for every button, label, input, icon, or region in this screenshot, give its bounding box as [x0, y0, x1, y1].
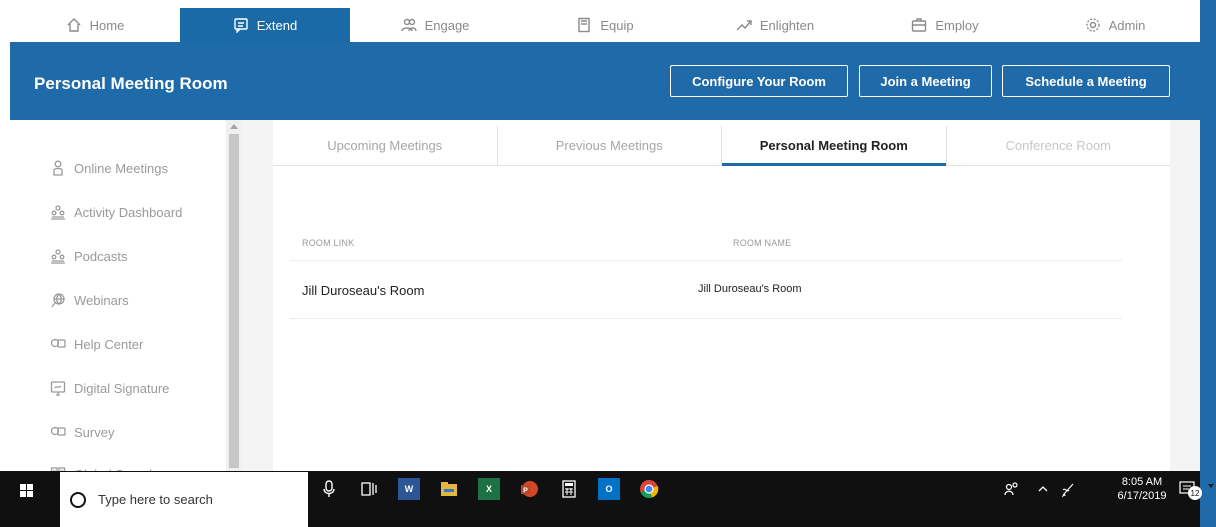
top-navigation: Home Extend Engage Equip Enlighten Emplo…: [10, 8, 1200, 42]
sidebar-item-label: Podcasts: [74, 248, 128, 264]
room-name: Jill Duroseau's Room: [698, 283, 802, 295]
nav-equip[interactable]: Equip: [520, 8, 690, 42]
sidebar-item-help-center[interactable]: Help Center: [50, 336, 143, 352]
person-icon: [53, 160, 63, 176]
book-icon: [578, 17, 591, 33]
taskbar-search[interactable]: Type here to search: [60, 472, 308, 527]
nav-label: Equip: [600, 17, 634, 33]
people-icon: [400, 18, 417, 32]
clock-time[interactable]: 8:05 AM: [1112, 476, 1172, 488]
clock-date[interactable]: 6/17/2019: [1106, 490, 1178, 502]
nav-extend[interactable]: Extend: [180, 8, 350, 42]
group-icon: [51, 249, 65, 264]
chat-icon: [234, 18, 248, 33]
nav-label: Employ: [935, 17, 979, 33]
tab-upcoming-meetings[interactable]: Upcoming Meetings: [273, 126, 498, 165]
nav-label: Admin: [1108, 17, 1146, 33]
chat-bubbles-icon: [50, 426, 66, 436]
gear-icon: [1085, 18, 1100, 32]
sidebar-scroll-thumb[interactable]: [229, 134, 239, 468]
people-tray-icon[interactable]: [1000, 478, 1022, 500]
sidebar: Online Meetings Activity Dashboard Podca…: [10, 120, 242, 492]
sidebar-item-label: Help Center: [74, 336, 144, 352]
chrome-icon[interactable]: [638, 478, 660, 500]
pen-icon[interactable]: [1058, 478, 1080, 500]
chat-bubbles-icon: [50, 338, 66, 348]
sidebar-item-podcasts[interactable]: Podcasts: [50, 248, 127, 264]
column-header-room-link: ROOM LINK: [302, 238, 355, 248]
windows-start-icon[interactable]: [10, 478, 42, 504]
room-link[interactable]: Jill Duroseau's Room: [302, 283, 424, 298]
scroll-down-arrow-icon[interactable]: [1206, 480, 1216, 492]
task-view-icon[interactable]: [358, 478, 380, 500]
nav-employ[interactable]: Employ: [860, 8, 1030, 42]
word-icon[interactable]: W: [398, 478, 420, 500]
powerpoint-icon[interactable]: P: [518, 478, 540, 500]
trend-icon: [736, 20, 752, 31]
table-divider: [290, 260, 1122, 261]
sidebar-item-activity-dashboard[interactable]: Activity Dashboard: [50, 204, 182, 220]
window-scrollbar[interactable]: [1200, 0, 1216, 527]
join-meeting-button[interactable]: Join a Meeting: [859, 65, 992, 97]
sidebar-item-digital-signature[interactable]: Digital Signature: [50, 380, 169, 396]
sidebar-item-label: Online Meetings: [74, 160, 168, 176]
nav-label: Home: [89, 17, 125, 33]
cortana-icon: [70, 491, 86, 508]
nav-enlighten[interactable]: Enlighten: [690, 8, 860, 42]
excel-icon[interactable]: X: [478, 478, 500, 500]
nav-engage[interactable]: Engage: [350, 8, 520, 42]
calculator-icon[interactable]: [558, 478, 580, 500]
nav-label: Enlighten: [759, 17, 815, 33]
outlook-icon[interactable]: O: [598, 478, 620, 500]
search-placeholder: Type here to search: [98, 492, 213, 507]
sidebar-item-label: Survey: [74, 424, 115, 440]
sidebar-item-label: Activity Dashboard: [74, 204, 183, 220]
column-header-room-name: ROOM NAME: [733, 238, 792, 248]
microphone-icon[interactable]: [318, 478, 340, 500]
nav-label: Engage: [424, 17, 470, 33]
svg-text:P: P: [523, 488, 528, 495]
meeting-tabs: Upcoming Meetings Previous Meetings Pers…: [273, 126, 1170, 166]
home-icon: [67, 18, 81, 32]
tab-personal-meeting-room[interactable]: Personal Meeting Room: [722, 126, 947, 166]
app-window: Home Extend Engage Equip Enlighten Emplo…: [0, 0, 1216, 527]
signature-icon: [50, 381, 66, 396]
file-explorer-icon[interactable]: [438, 478, 460, 500]
table-divider: [290, 318, 1122, 319]
sidebar-item-survey[interactable]: Survey: [50, 424, 114, 440]
sidebar-item-label: Digital Signature: [74, 380, 170, 396]
page-title: Personal Meeting Room: [34, 74, 228, 93]
content-panel: [273, 120, 1170, 492]
group-icon: [51, 205, 65, 220]
configure-room-button[interactable]: Configure Your Room: [670, 65, 848, 97]
chevron-up-icon[interactable]: [1032, 478, 1054, 500]
nav-admin[interactable]: Admin: [1030, 8, 1200, 42]
briefcase-icon: [912, 18, 927, 32]
tab-conference-room[interactable]: Conference Room: [947, 126, 1171, 165]
sidebar-item-webinars[interactable]: Webinars: [50, 292, 129, 308]
globe-icon: [51, 293, 65, 308]
tab-previous-meetings[interactable]: Previous Meetings: [498, 126, 722, 165]
sidebar-item-online-meetings[interactable]: Online Meetings: [50, 160, 168, 176]
scroll-up-icon[interactable]: [230, 124, 238, 129]
nav-label: Extend: [256, 17, 298, 33]
sidebar-item-label: Webinars: [74, 292, 129, 308]
schedule-meeting-button[interactable]: Schedule a Meeting: [1002, 65, 1170, 97]
nav-home[interactable]: Home: [10, 8, 180, 42]
page-header: Personal Meeting Room Configure Your Roo…: [10, 42, 1200, 120]
notification-badge: 12: [1188, 486, 1202, 500]
